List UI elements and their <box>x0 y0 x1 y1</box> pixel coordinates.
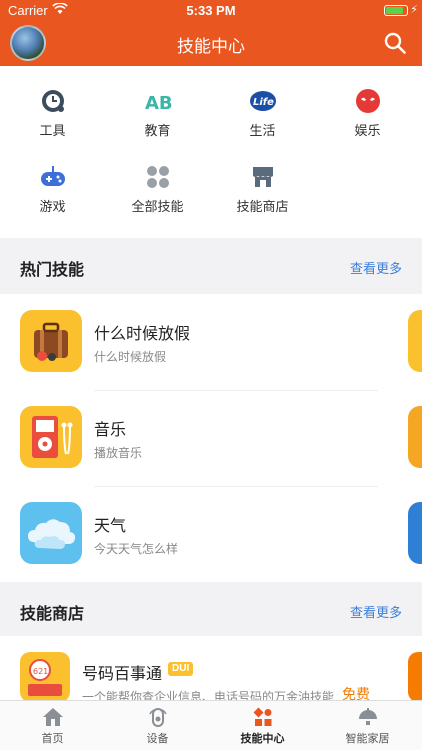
skill-row-weather[interactable]: 天气 今天天气怎么样 <box>0 486 422 582</box>
tab-device[interactable]: 设备 <box>105 701 210 750</box>
music-player-icon <box>20 406 82 468</box>
skill-name: 音乐 <box>94 422 127 439</box>
category-label: 工具 <box>39 123 66 138</box>
tab-bar: 首页 设备 技能中心 智能家居 <box>0 700 422 750</box>
app-header: Carrier 5:33 PM ⚡ 技能中心 <box>0 0 422 66</box>
category-label: 游戏 <box>39 199 66 214</box>
skill-store-more-link[interactable]: 查看更多 <box>350 602 402 621</box>
search-icon[interactable] <box>384 32 406 54</box>
category-skill-store[interactable]: 技能商店 <box>210 164 315 234</box>
store-item-desc: 一个能帮你查企业信息、电话号码的万金油技能 <box>82 690 335 700</box>
life-icon: Life <box>249 91 276 111</box>
status-bar: Carrier 5:33 PM ⚡ <box>0 0 422 22</box>
home-icon <box>42 708 63 726</box>
battery-level <box>386 7 403 14</box>
skill-row-holiday[interactable]: 什么时候放假 什么时候放假 <box>0 294 422 390</box>
category-tools[interactable]: 工具 <box>0 88 105 158</box>
category-all-skills[interactable]: 全部技能 <box>105 164 210 234</box>
store-item-row[interactable]: 621 号码百事通 DUI 一个能帮你查企业信息、电话号码的万金油技能 免费 <box>0 636 422 700</box>
skill-name: 什么时候放假 <box>94 326 191 343</box>
category-label: 教育 <box>144 123 171 138</box>
category-games[interactable]: 游戏 <box>0 164 105 234</box>
category-label: 技能商店 <box>236 199 289 214</box>
store-icon <box>252 167 273 187</box>
skill-store-header: 技能商店 查看更多 <box>0 582 422 636</box>
cloud-icon <box>20 502 82 564</box>
skill-desc: 播放音乐 <box>94 446 143 460</box>
tab-smart-home[interactable]: 智能家居 <box>315 701 420 750</box>
hot-skills-list: 什么时候放假 什么时候放假 音乐 播放音乐 天气 今天天气怎么样 <box>0 294 422 582</box>
section-title: 技能商店 <box>20 606 85 623</box>
skill-desc: 今天天气怎么样 <box>94 542 179 556</box>
next-card-peek[interactable] <box>408 502 422 564</box>
category-label: 全部技能 <box>131 199 184 214</box>
price-label: 免费 <box>342 686 370 700</box>
tab-label: 智能家居 <box>345 733 390 745</box>
skill-name: 天气 <box>94 518 127 535</box>
dui-badge: DUI <box>168 662 194 676</box>
section-title: 热门技能 <box>20 262 85 279</box>
tab-label: 首页 <box>41 733 64 745</box>
tab-home[interactable]: 首页 <box>0 701 105 750</box>
gamepad-icon <box>40 166 65 186</box>
next-card-peek[interactable] <box>408 406 422 468</box>
category-label: 娱乐 <box>354 123 381 138</box>
hot-skills-more-link[interactable]: 查看更多 <box>350 258 402 277</box>
grid-dots-icon <box>146 166 169 188</box>
smart-home-icon <box>358 708 377 725</box>
page-title: 技能中心 <box>177 37 245 56</box>
status-time: 5:33 PM <box>186 3 236 18</box>
category-education[interactable]: ABC 教育 <box>105 88 210 158</box>
tab-label: 技能中心 <box>240 733 285 745</box>
svg-text:Life: Life <box>253 97 274 108</box>
svg-text:621: 621 <box>33 667 48 676</box>
clock-icon <box>41 90 64 112</box>
category-life[interactable]: Life 生活 <box>210 88 315 158</box>
category-entertainment[interactable]: 娱乐 <box>315 88 420 158</box>
svg-text:ABC: ABC <box>145 93 172 114</box>
tab-skills[interactable]: 技能中心 <box>210 701 315 750</box>
next-card-peek[interactable] <box>408 310 422 372</box>
phone-book-icon: 621 <box>20 652 70 700</box>
skill-desc: 什么时候放假 <box>94 350 167 364</box>
charging-icon: ⚡ <box>410 4 418 16</box>
skills-icon <box>253 707 271 726</box>
mask-icon <box>355 89 380 113</box>
category-grid: 工具 ABC 教育 Life 生活 娱乐 游戏 全 <box>0 66 422 238</box>
suitcase-icon <box>20 310 82 372</box>
hot-skills-header: 热门技能 查看更多 <box>0 238 422 294</box>
next-card-peek[interactable] <box>408 652 422 700</box>
category-label: 生活 <box>249 123 276 138</box>
tab-label: 设备 <box>146 733 169 745</box>
battery-icon <box>384 5 408 16</box>
skill-row-music[interactable]: 音乐 播放音乐 <box>0 390 422 486</box>
abc-icon: ABC <box>145 93 172 114</box>
store-item-name: 号码百事通 <box>82 666 163 683</box>
device-icon <box>148 708 167 727</box>
